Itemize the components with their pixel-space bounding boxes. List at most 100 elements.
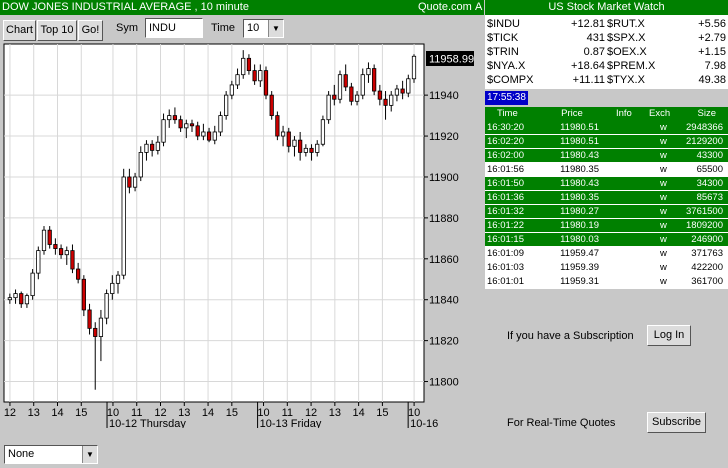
x-tick-label: 14 <box>51 407 63 419</box>
candle-body <box>70 250 75 270</box>
chart-title: DOW JONES INDUSTRIAL AVERAGE , 10 minute <box>2 1 249 13</box>
tick-time: 16:02:00 <box>487 150 524 161</box>
login-button[interactable]: Log In <box>647 325 691 346</box>
subscribe-button[interactable]: Subscribe <box>647 412 706 433</box>
watch-row: $NYA.X +18.64 $PREM.X 7.98 <box>485 59 728 73</box>
tick-exch: w <box>660 192 667 203</box>
tick-row: 16:02:20 11980.51 w 2129200 <box>485 135 728 148</box>
tick-size: 246900 <box>691 234 723 245</box>
tick-row: 16:01:15 11980.03 w 246900 <box>485 233 728 246</box>
tick-time: 16:01:50 <box>487 178 524 189</box>
candle-body <box>150 143 155 151</box>
watch-symbol: $OEX.X <box>607 46 647 58</box>
x-tick-label: 14 <box>352 407 364 419</box>
candle-body <box>337 74 343 100</box>
tick-time: 16:01:15 <box>487 234 524 245</box>
watch-value: +1.15 <box>698 46 726 58</box>
y-tick-label: 11820 <box>429 336 459 348</box>
y-tick-label: 11940 <box>429 90 459 102</box>
tick-price: 11980.03 <box>560 234 599 245</box>
candle-body <box>326 94 331 121</box>
candle-body <box>30 272 35 297</box>
tick-price: 11980.35 <box>560 164 599 175</box>
tick-price: 11980.43 <box>560 178 599 189</box>
candle-body <box>377 90 382 100</box>
candle-body <box>303 147 308 153</box>
chart-title-bar: DOW JONES INDUSTRIAL AVERAGE , 10 minute… <box>0 0 484 15</box>
candle-body <box>235 74 240 86</box>
candle-body <box>280 131 286 137</box>
candle-body <box>315 143 320 153</box>
tick-time: 16:01:32 <box>487 206 524 217</box>
chevron-down-icon: ▼ <box>268 20 283 37</box>
candle-body <box>47 229 52 245</box>
chart-button[interactable]: Chart <box>3 20 36 41</box>
time-interval-select[interactable]: 10 ▼ <box>243 19 284 38</box>
candle-body <box>87 309 92 329</box>
title-extra: A <box>475 1 483 13</box>
tick-row: 16:02:00 11980.43 w 43300 <box>485 149 728 162</box>
tick-price: 11959.39 <box>560 262 599 273</box>
top10-button[interactable]: Top 10 <box>37 20 77 41</box>
tick-exch: w <box>660 248 667 259</box>
tick-exch: w <box>660 206 667 217</box>
tick-exch: w <box>660 234 667 245</box>
symbol-input[interactable]: INDU <box>145 18 203 38</box>
tick-row: 16:30:20 11980.51 w 2948366 <box>485 121 728 134</box>
candle-body <box>206 131 212 141</box>
header-time: Time <box>497 108 518 119</box>
tick-time: 16:01:01 <box>487 276 524 287</box>
tick-row: 16:01:56 11980.35 w 65500 <box>485 163 728 176</box>
date-label: 10-16 <box>410 418 438 428</box>
candle-body <box>252 70 257 82</box>
tick-price: 11959.31 <box>560 276 599 287</box>
candle-body <box>127 176 132 188</box>
candle-body <box>286 131 291 147</box>
candle-body <box>332 94 337 100</box>
candle-body <box>81 278 86 311</box>
candle-body <box>275 115 280 137</box>
watch-value: +18.64 <box>571 60 605 72</box>
candle-body <box>144 143 149 153</box>
watch-value: 431 <box>586 32 605 44</box>
y-tick-label: 11920 <box>429 131 459 143</box>
candle-body <box>184 123 189 129</box>
candle-body <box>411 55 417 80</box>
study-select[interactable]: None ▼ <box>4 445 98 464</box>
watch-value: +11.11 <box>572 74 605 86</box>
candle-body <box>394 88 400 96</box>
candle-body <box>155 141 160 151</box>
watch-symbol: $COMPX <box>487 74 534 86</box>
header-price: Price <box>561 108 583 119</box>
candle-body <box>389 94 394 106</box>
watch-value: +12.81 <box>571 18 605 30</box>
tick-row: 16:01:32 11980.27 w 3761500 <box>485 205 728 218</box>
candle-body <box>246 57 252 71</box>
candle-body <box>201 131 206 137</box>
tick-size: 2129200 <box>686 136 723 147</box>
candle-body <box>343 74 348 88</box>
chart-toolbar: Chart Top 10 Go! Sym INDU Time 10 ▼ <box>0 15 484 42</box>
y-tick-label: 11800 <box>429 377 459 389</box>
candle-body <box>167 115 172 121</box>
candle-body <box>41 229 47 252</box>
watch-value: 7.98 <box>704 60 726 72</box>
tick-price: 11980.43 <box>560 150 599 161</box>
tick-size: 34300 <box>696 178 723 189</box>
tick-size: 2948366 <box>686 122 723 133</box>
candle-body <box>383 98 388 106</box>
tick-exch: w <box>660 262 667 273</box>
go-button[interactable]: Go! <box>78 20 103 41</box>
clock-badge: 17:55:38 <box>485 91 528 105</box>
price-chart[interactable]: 11800 11820 11840 11860 11880 11900 11920 11940… <box>0 42 484 428</box>
candle-body <box>241 57 246 76</box>
candle-body <box>195 125 200 137</box>
candle-body <box>354 94 360 102</box>
candle-body <box>178 119 183 129</box>
candle-body <box>138 152 143 178</box>
time-label: Time <box>211 22 236 34</box>
plot-area <box>3 43 425 403</box>
candle-body <box>309 147 314 153</box>
candle-body <box>360 74 365 96</box>
candle-body <box>58 248 64 256</box>
